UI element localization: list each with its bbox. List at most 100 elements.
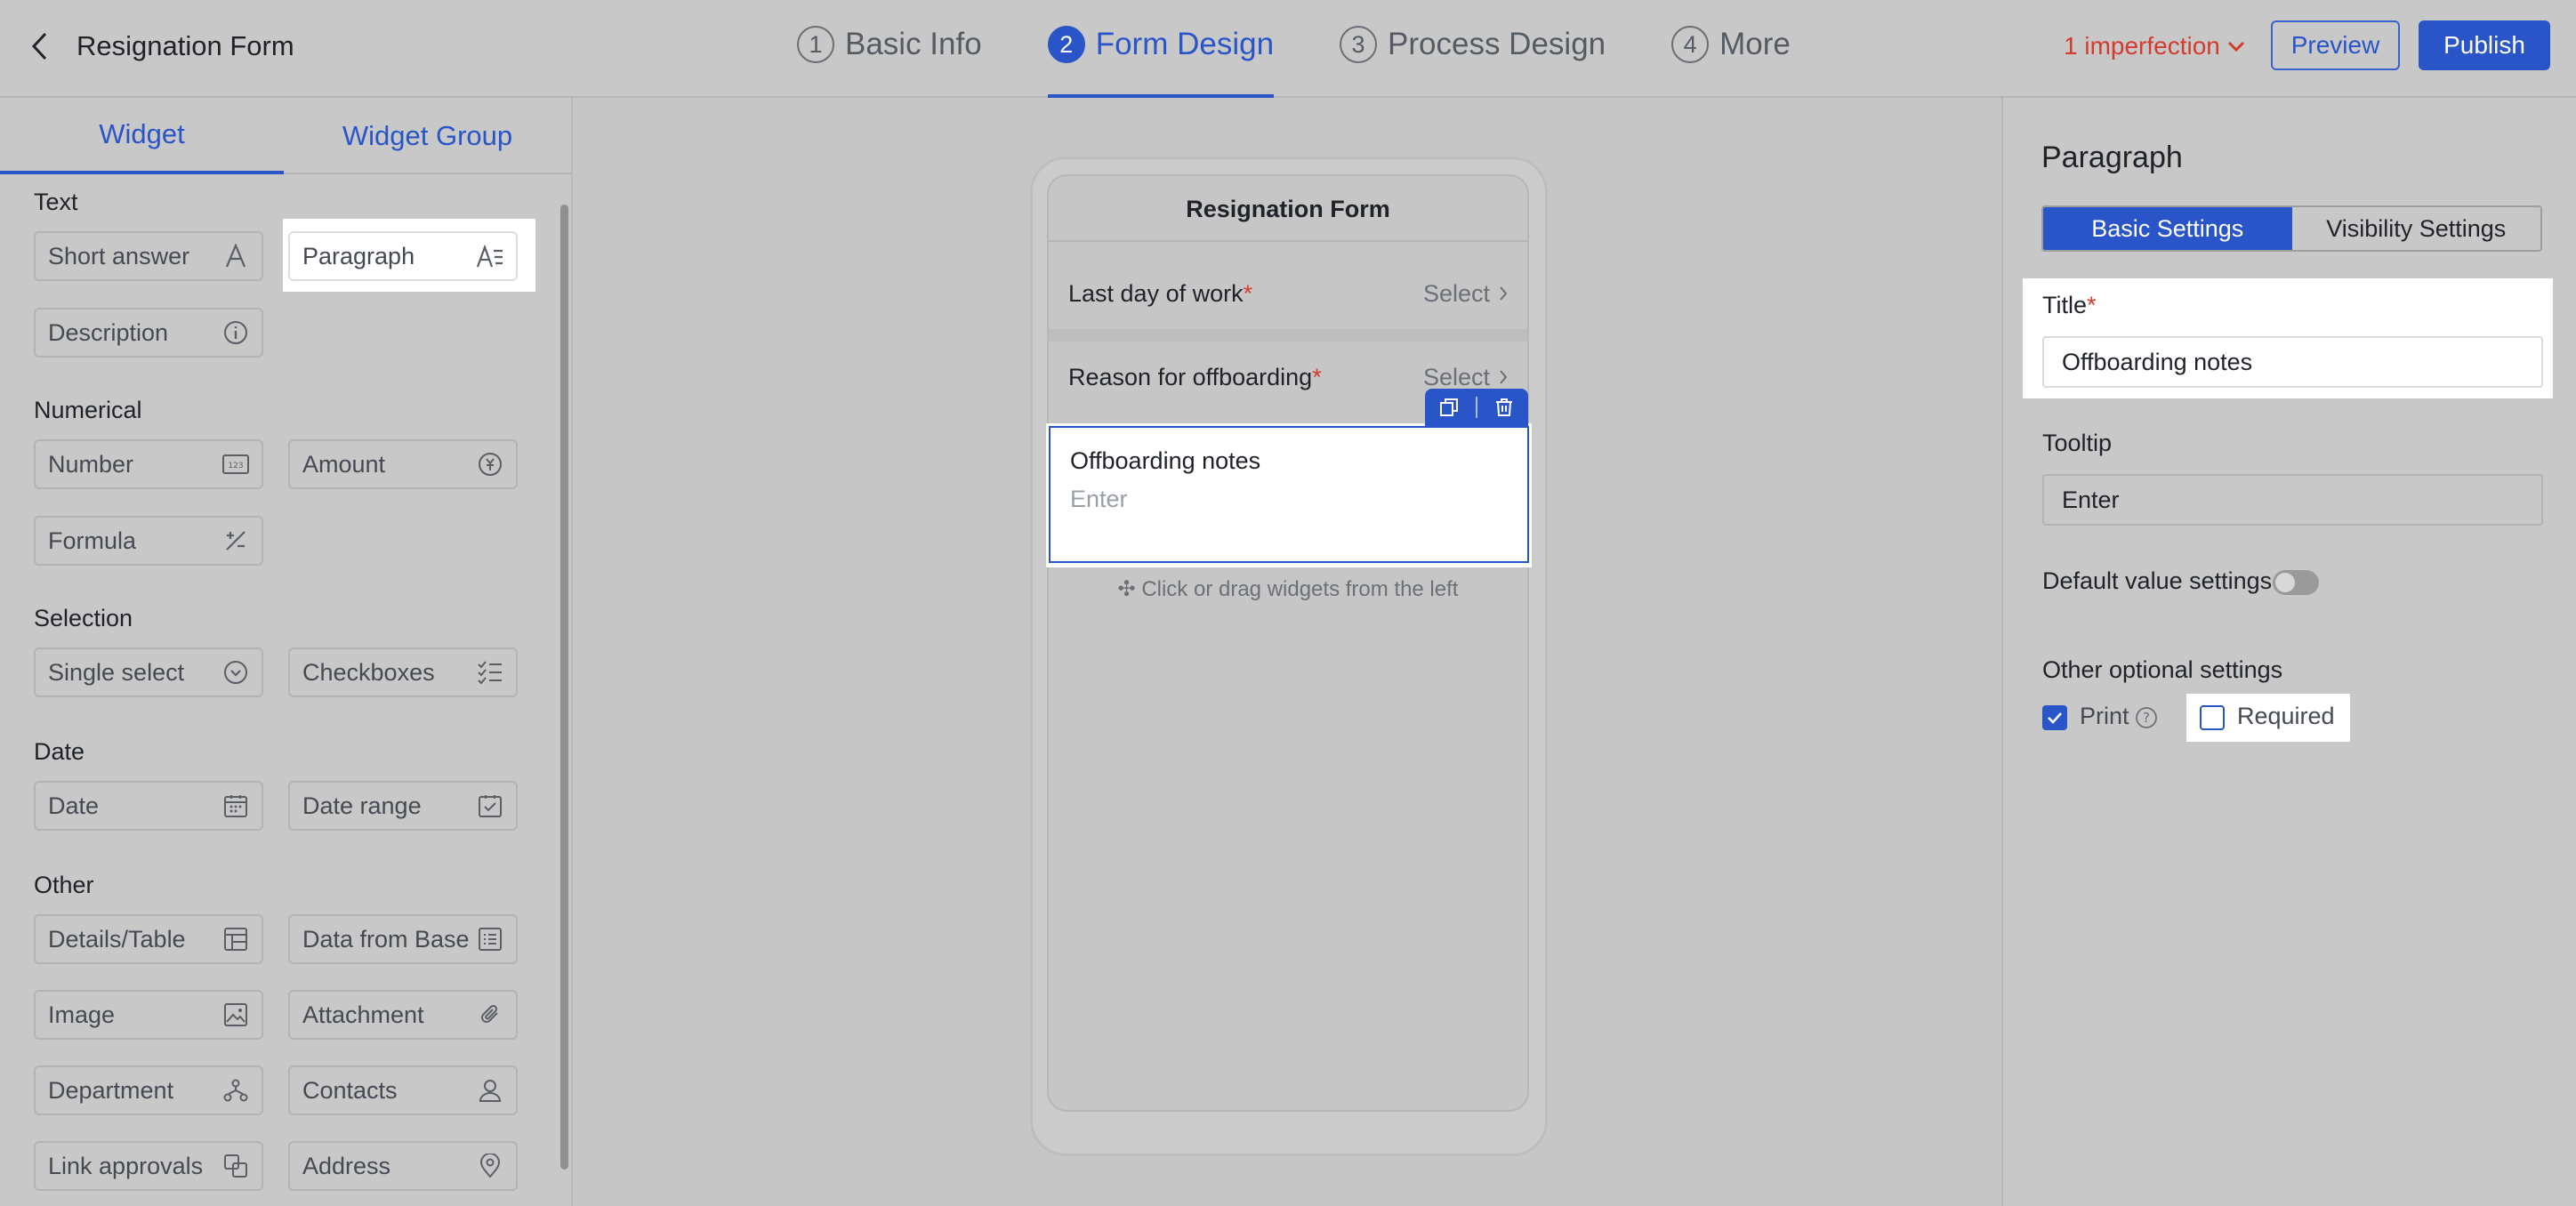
toolbar-divider bbox=[1475, 397, 1477, 418]
widget-number[interactable]: Number 123 bbox=[34, 439, 263, 489]
preview-button[interactable]: Preview bbox=[2271, 20, 2400, 70]
back-arrow-icon[interactable] bbox=[21, 27, 57, 66]
step-label: Basic Info bbox=[845, 27, 982, 61]
widget-label: Date bbox=[48, 792, 100, 819]
widget-label: Details/Table bbox=[48, 925, 186, 953]
widget-contacts[interactable]: Contacts bbox=[288, 1065, 518, 1115]
field-label-wrap: Last day of work* bbox=[1068, 280, 1252, 308]
widget-date-range[interactable]: Date range bbox=[288, 781, 518, 831]
formula-icon bbox=[221, 526, 251, 556]
group-label-other: Other bbox=[34, 872, 94, 898]
widget-description[interactable]: Description bbox=[34, 308, 263, 358]
widget-amount[interactable]: Amount bbox=[288, 439, 518, 489]
widget-details-table[interactable]: Details/Table bbox=[34, 914, 263, 964]
required-asterisk: * bbox=[1312, 363, 1322, 390]
step-number: 2 bbox=[1047, 26, 1085, 63]
other-settings-label: Other optional settings bbox=[2042, 656, 2283, 683]
print-label: Print bbox=[2080, 703, 2129, 729]
step-form-design[interactable]: 2 Form Design bbox=[1047, 20, 1275, 98]
calendar-icon bbox=[221, 791, 251, 821]
letter-a-icon bbox=[221, 241, 251, 271]
title-label: Title bbox=[2042, 292, 2088, 318]
title-input[interactable]: Offboarding notes bbox=[2042, 336, 2543, 388]
widget-paragraph[interactable]: Paragraph bbox=[288, 231, 518, 281]
widget-image[interactable]: Image bbox=[34, 990, 263, 1040]
required-label: Required bbox=[2237, 703, 2335, 729]
trash-icon[interactable] bbox=[1494, 398, 1514, 417]
step-label: Process Design bbox=[1388, 27, 1606, 61]
step-process-design[interactable]: 3 Process Design bbox=[1340, 20, 1606, 69]
print-checkbox[interactable] bbox=[2042, 705, 2067, 730]
step-number: 3 bbox=[1340, 26, 1378, 63]
settings-tabs: Basic Settings Visibility Settings bbox=[2041, 205, 2542, 252]
selected-paragraph-widget[interactable]: Offboarding notes Enter bbox=[1049, 426, 1529, 563]
step-navigation: 1 Basic Info 2 Form Design 3 Process Des… bbox=[797, 20, 1791, 98]
required-checkbox[interactable] bbox=[2200, 705, 2225, 730]
widget-checkboxes[interactable]: Checkboxes bbox=[288, 647, 518, 697]
widget-label: Single select bbox=[48, 658, 185, 686]
widget-label: Data from Base bbox=[302, 925, 470, 953]
widget-label: Formula bbox=[48, 527, 137, 554]
form-field-last-day[interactable]: Last day of work* Select bbox=[1049, 258, 1527, 329]
select-placeholder: Select bbox=[1422, 279, 1490, 307]
step-more[interactable]: 4 More bbox=[1671, 20, 1791, 69]
widget-link-approvals[interactable]: Link approvals bbox=[34, 1141, 263, 1191]
imperfection-dropdown[interactable]: 1 imperfection bbox=[2064, 27, 2245, 66]
move-icon: ✣ bbox=[1117, 577, 1136, 601]
widget-label: Date range bbox=[302, 792, 422, 819]
widget-label: Link approvals bbox=[48, 1152, 204, 1179]
link-squares-icon bbox=[221, 1151, 251, 1181]
calendar-check-icon bbox=[475, 791, 505, 821]
widget-label: Checkboxes bbox=[302, 658, 435, 686]
step-basic-info[interactable]: 1 Basic Info bbox=[797, 20, 982, 69]
org-chart-icon bbox=[221, 1075, 251, 1106]
list-box-icon bbox=[475, 924, 505, 954]
group-label-numerical: Numerical bbox=[34, 397, 142, 423]
widget-panel-scrollbar[interactable] bbox=[560, 205, 568, 1170]
widget-address[interactable]: Address bbox=[288, 1141, 518, 1191]
title-label-wrap: Title* bbox=[2042, 292, 2097, 319]
publish-button[interactable]: Publish bbox=[2419, 20, 2550, 70]
tab-basic-settings[interactable]: Basic Settings bbox=[2043, 207, 2292, 250]
widget-formula[interactable]: Formula bbox=[34, 516, 263, 566]
step-label: Form Design bbox=[1095, 27, 1275, 61]
default-value-toggle[interactable] bbox=[2273, 570, 2319, 595]
widget-label: Department bbox=[48, 1076, 174, 1104]
svg-text:123: 123 bbox=[228, 462, 243, 470]
widget-label: Address bbox=[302, 1152, 391, 1179]
widget-label: Image bbox=[48, 1001, 116, 1028]
image-icon bbox=[221, 1000, 251, 1030]
widget-attachment[interactable]: Attachment bbox=[288, 990, 518, 1040]
table-icon bbox=[221, 924, 251, 954]
form-name: Resignation Form bbox=[76, 30, 294, 61]
field-label: Last day of work bbox=[1068, 279, 1244, 307]
form-preview-title: Resignation Form bbox=[1049, 178, 1527, 242]
number-123-icon: 123 bbox=[221, 449, 251, 479]
widget-department[interactable]: Department bbox=[34, 1065, 263, 1115]
step-label: More bbox=[1719, 27, 1791, 61]
info-icon bbox=[221, 318, 251, 348]
field-label-wrap: Reason for offboarding* bbox=[1068, 364, 1322, 391]
step-number: 1 bbox=[797, 26, 834, 63]
default-value-label: Default value settings bbox=[2042, 567, 2273, 594]
svg-text:?: ? bbox=[2143, 710, 2150, 726]
chevron-down-icon bbox=[2227, 41, 2245, 52]
selected-widget-title: Offboarding notes bbox=[1070, 447, 1261, 474]
widget-single-select[interactable]: Single select bbox=[34, 647, 263, 697]
widget-label: Attachment bbox=[302, 1001, 424, 1028]
settings-panel bbox=[2001, 98, 2576, 1206]
tab-widget-group[interactable]: Widget Group bbox=[284, 98, 571, 174]
tab-widget[interactable]: Widget bbox=[0, 98, 284, 174]
widget-label: Description bbox=[48, 318, 169, 346]
widget-short-answer[interactable]: Short answer bbox=[34, 231, 263, 281]
widget-date[interactable]: Date bbox=[34, 781, 263, 831]
help-icon[interactable]: ? bbox=[2135, 706, 2158, 729]
tooltip-input[interactable]: Enter bbox=[2042, 474, 2543, 526]
required-asterisk: * bbox=[2087, 292, 2097, 318]
tab-visibility-settings[interactable]: Visibility Settings bbox=[2291, 207, 2540, 250]
location-pin-icon bbox=[475, 1151, 505, 1181]
widget-data-from-base[interactable]: Data from Base bbox=[288, 914, 518, 964]
copy-icon[interactable] bbox=[1439, 398, 1459, 417]
tooltip-label: Tooltip bbox=[2042, 430, 2113, 456]
field-separator bbox=[1049, 329, 1527, 342]
